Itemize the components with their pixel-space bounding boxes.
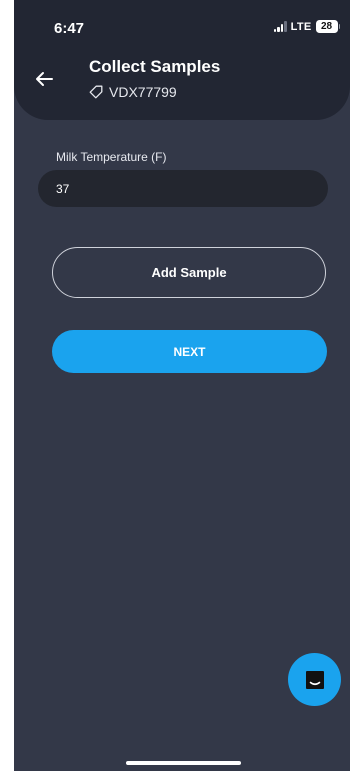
temperature-label: Milk Temperature (F) — [56, 150, 167, 164]
battery-level: 28 — [315, 20, 338, 33]
chat-button[interactable] — [288, 653, 341, 706]
add-sample-button[interactable]: Add Sample — [52, 247, 326, 298]
chat-icon — [305, 670, 324, 689]
back-button[interactable] — [32, 67, 56, 91]
page-title: Collect Samples — [89, 57, 221, 76]
next-button[interactable]: NEXT — [52, 330, 327, 373]
app-header: 6:47 LTE 28 Collect Samples VDX77799 — [14, 0, 350, 120]
home-indicator[interactable] — [126, 761, 241, 765]
sample-tag: VDX77799 — [89, 84, 177, 100]
arrow-left-icon — [36, 72, 53, 86]
network-type: LTE — [290, 20, 312, 33]
status-time: 6:47 — [54, 20, 85, 37]
status-indicators: LTE 28 — [273, 20, 340, 33]
battery-icon: 28 — [315, 20, 340, 33]
tag-label: VDX77799 — [109, 84, 177, 100]
tag-icon — [89, 85, 103, 99]
signal-icon — [273, 21, 287, 32]
app-screen: 6:47 LTE 28 Collect Samples VDX77799 Mil… — [14, 0, 350, 771]
temperature-input[interactable] — [38, 170, 328, 207]
